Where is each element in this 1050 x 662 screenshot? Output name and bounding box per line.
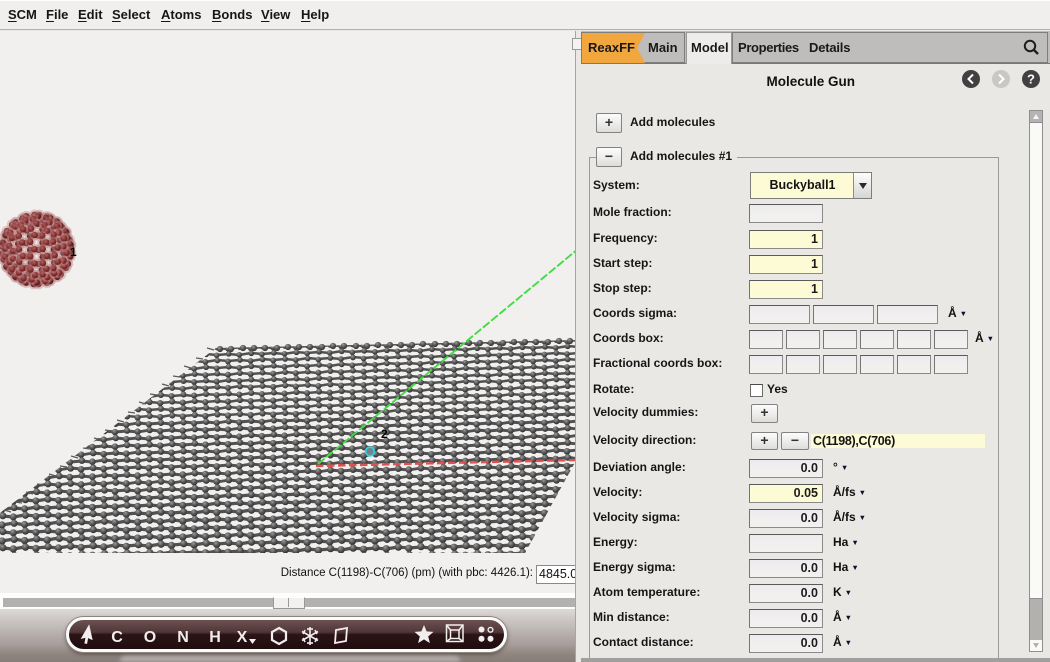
- svg-text:H: H: [209, 629, 221, 646]
- svg-text:C: C: [111, 629, 123, 646]
- svg-text:N: N: [177, 629, 189, 646]
- svg-text:X: X: [237, 629, 248, 646]
- svg-text:?: ?: [1027, 72, 1035, 87]
- svg-text:2: 2: [381, 427, 388, 441]
- svg-text:O: O: [144, 629, 156, 646]
- svg-text:1: 1: [70, 245, 77, 259]
